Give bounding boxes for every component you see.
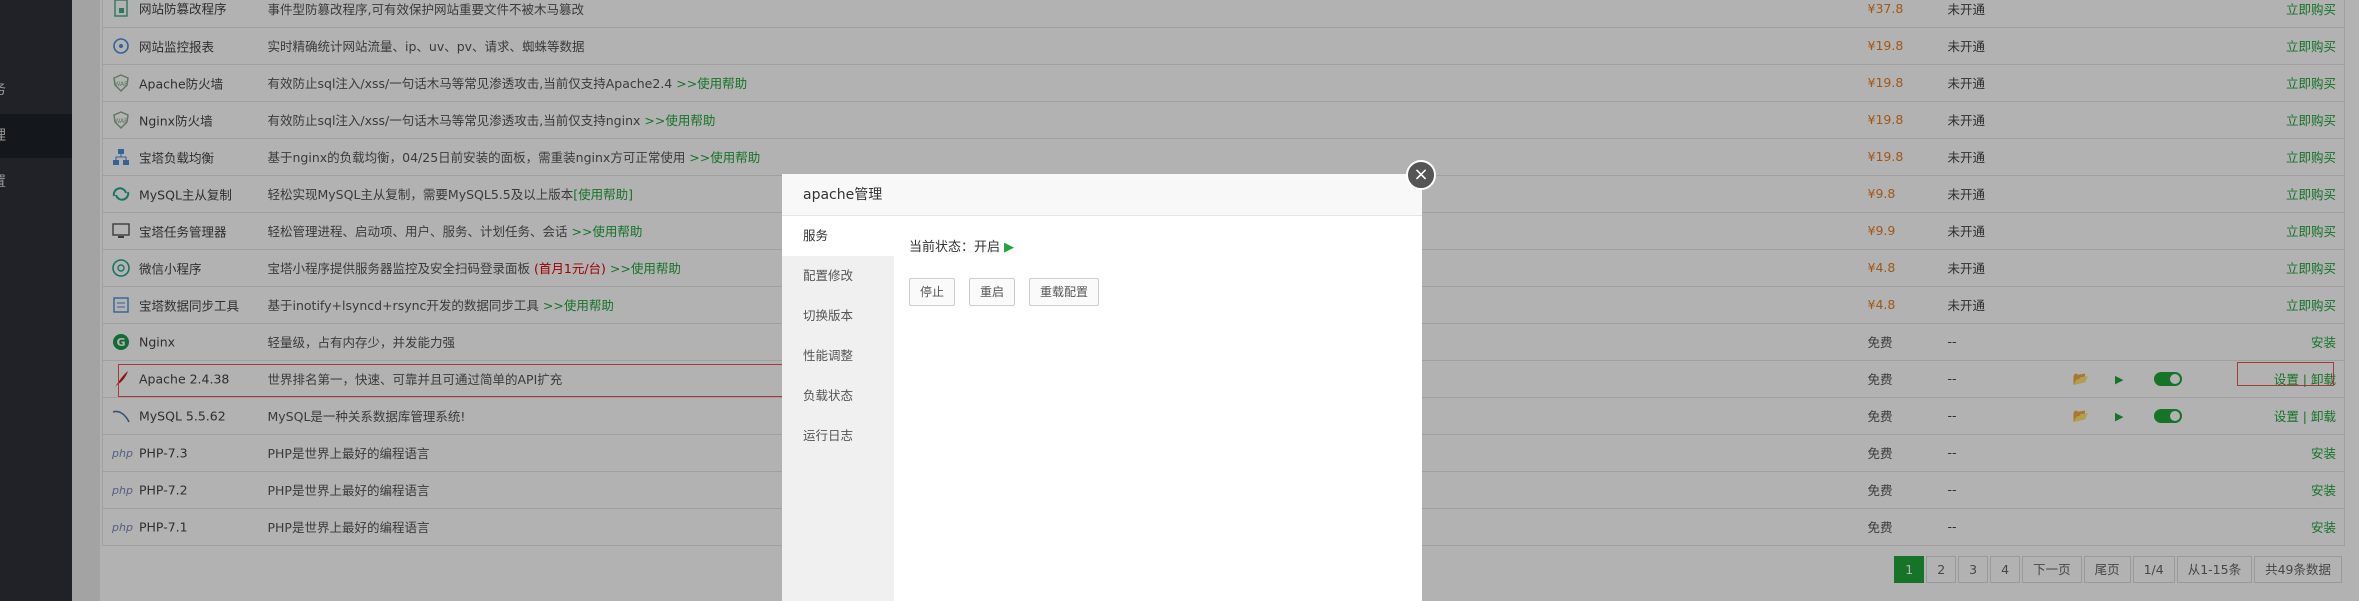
nav-switch-version[interactable]: 切换版本: [782, 296, 894, 336]
nav-load-status[interactable]: 负载状态: [782, 376, 894, 416]
stop-button[interactable]: 停止: [909, 278, 956, 306]
dialog-body: 当前状态：开启 ▶ 停止 重启 重载配置: [894, 216, 1422, 601]
dialog-nav: 服务 配置修改 切换版本 性能调整 负载状态 运行日志: [782, 216, 894, 601]
status-label: 当前状态：开启: [909, 240, 1001, 255]
nav-config-edit[interactable]: 配置修改: [782, 256, 894, 296]
apache-manager-dialog: apache管理 × 服务 配置修改 切换版本 性能调整 负载状态 运行日志 当…: [782, 160, 1436, 601]
nav-service[interactable]: 服务: [782, 216, 894, 256]
service-status: 当前状态：开启 ▶: [909, 238, 1422, 258]
nav-performance[interactable]: 性能调整: [782, 336, 894, 376]
dialog-title: apache管理: [782, 174, 1422, 216]
reload-config-button[interactable]: 重载配置: [1029, 278, 1100, 306]
restart-button[interactable]: 重启: [969, 278, 1016, 306]
play-icon: ▶: [1004, 240, 1015, 255]
nav-run-log[interactable]: 运行日志: [782, 416, 894, 456]
close-icon[interactable]: ×: [1406, 160, 1436, 190]
service-actions: 停止 重启 重载配置: [909, 278, 1422, 306]
